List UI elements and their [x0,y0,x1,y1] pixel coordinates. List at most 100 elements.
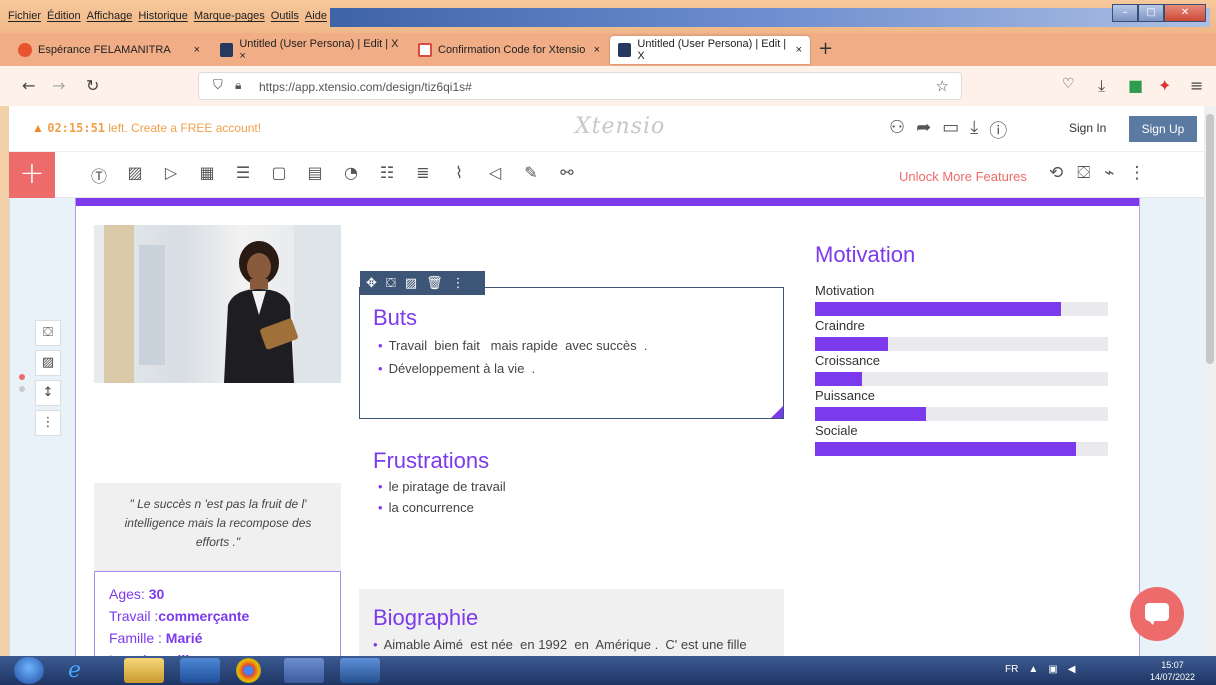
tray-arrow-icon[interactable]: ▲ [1028,664,1038,675]
explorer-icon[interactable] [124,658,164,683]
buts-title[interactable]: Buts [373,305,417,331]
clock[interactable]: 15:07 14/07/2022 [1150,659,1195,683]
word-icon[interactable] [340,658,380,683]
pocket-icon[interactable]: ♡ [1062,76,1075,92]
menu-aide[interactable]: Aide [305,10,327,22]
fill-color-icon[interactable]: ⛋ [386,276,396,291]
section-dot-active[interactable] [19,374,25,380]
fill-color-icon[interactable]: ⛋ [35,320,61,346]
media-icon[interactable] [180,658,220,683]
tab-persona-1[interactable]: Untitled (User Persona) | Edit | X × [212,36,408,64]
shape-icon[interactable]: ◁ [477,163,513,187]
text-icon[interactable]: Ⓣ [81,163,117,187]
network-tray-icon[interactable]: ▣ [1048,664,1057,675]
scroll-thumb[interactable] [1206,114,1214,364]
reload-icon[interactable]: ↻ [86,76,99,95]
firefox-taskbar-icon[interactable] [284,658,324,683]
motivation-bar-track[interactable] [815,302,1108,316]
table-icon[interactable]: ▦ [189,163,225,187]
motivation-bar-track[interactable] [815,407,1108,421]
info-box[interactable]: Ages: 30 Travail :commerçante Famille : … [94,571,341,668]
sticker-icon[interactable]: ✎ [513,163,549,187]
start-button[interactable] [14,657,44,684]
tab-close-icon[interactable]: × [796,44,802,56]
motivation-bar-track[interactable] [815,442,1108,456]
history-icon[interactable]: ⟲ [1049,163,1063,183]
trash-icon[interactable]: 🗑︎ [426,276,443,291]
buts-item[interactable]: Travail bien fait mais rapide avec succè… [378,338,648,353]
url-bar[interactable]: ⛉ 🔒︎ https://app.xtensio.com/design/tiz6… [198,72,962,100]
persona-photo[interactable] [94,225,341,383]
bookmark-star-icon[interactable]: ☆ [936,77,949,95]
trial-timer[interactable]: ▲ 02:15:51 left. Create a FREE account! [32,121,261,135]
maximize-button[interactable]: □ [1138,4,1164,22]
menu-outils[interactable]: Outils [271,10,299,22]
menu-historique[interactable]: Historique [138,10,188,22]
sign-in-link[interactable]: Sign In [1069,121,1106,135]
xtensio-logo[interactable]: Xtensio [575,114,665,139]
pattern-icon[interactable]: ▨ [405,276,417,291]
back-icon[interactable]: ← [22,76,35,95]
menu-fichier[interactable]: Fichier [8,10,41,22]
more-vertical-icon[interactable]: ⋮ [35,410,61,436]
pattern-icon[interactable]: ▨ [35,350,61,376]
volume-icon[interactable]: ◀ [1068,664,1076,675]
resize-height-icon[interactable]: ↕ [35,380,61,406]
buts-item[interactable]: Développement à la vie . [378,361,536,376]
more-options-icon[interactable]: ⋮ [1128,163,1145,183]
menu-affichage[interactable]: Affichage [87,10,133,22]
ie-icon[interactable]: e [68,658,108,683]
addon-icon[interactable]: ✦ [1158,76,1171,95]
sign-up-button[interactable]: Sign Up [1129,116,1197,142]
list-icon[interactable]: ☰ [225,163,261,187]
forward-icon[interactable]: → [52,76,65,95]
page-scrollbar[interactable] [1204,106,1216,656]
motivation-title[interactable]: Motivation [815,242,915,268]
slider-icon[interactable]: ☷ [369,163,405,187]
frustrations-item[interactable]: le piratage de travail [378,479,506,494]
minimize-button[interactable]: – [1112,4,1138,22]
video-icon[interactable]: ▷ [153,163,189,187]
buts-block[interactable] [359,287,784,419]
share-icon[interactable]: ➦ [916,117,931,143]
network-icon[interactable]: ⚯ [549,163,585,187]
quote-box[interactable]: " Le succès n 'est pas la fruit de l' in… [94,483,341,571]
analytics-icon[interactable]: ⌁ [1104,163,1114,183]
download-icon[interactable]: ⤓ [1098,76,1105,96]
url-icon[interactable]: ▤ [297,163,333,187]
biographie-text[interactable]: Aimable Aimé est née en 1992 en Amérique… [373,637,747,652]
new-tab-button[interactable]: + [818,38,833,59]
add-user-icon[interactable]: ⚇ [889,117,905,143]
biographie-title[interactable]: Biographie [373,605,478,631]
line-chart-icon[interactable]: ⌇ [441,163,477,187]
pie-chart-icon[interactable]: ◔ [333,163,369,187]
chrome-icon[interactable] [236,658,261,683]
menu-hamburger-icon[interactable]: ≡ [1190,76,1203,95]
motivation-bar-track[interactable] [815,337,1108,351]
paint-bucket-icon[interactable]: ⛋ [1077,163,1090,183]
tab-close-icon[interactable]: × [594,44,600,56]
help-icon[interactable]: ⓘ [989,117,1007,143]
motivation-bar-track[interactable] [815,372,1108,386]
bar-chart-icon[interactable]: ≣ [405,163,441,187]
chat-button[interactable] [1130,587,1184,641]
tab-confirmation[interactable]: Confirmation Code for Xtensio × [410,36,608,64]
download-icon[interactable]: ⤓ [970,117,978,143]
present-icon[interactable]: ▭ [942,117,959,143]
resize-corner[interactable] [771,406,783,418]
tab-close-icon[interactable]: × [194,44,200,56]
more-vertical-icon[interactable]: ⋮ [452,276,465,291]
button-icon[interactable]: ▢ [261,163,297,187]
frustrations-item[interactable]: la concurrence [378,500,474,515]
add-module-button[interactable]: + [9,152,55,198]
section-dot[interactable] [19,386,25,392]
tab-esperance[interactable]: Espérance FELAMANITRA × [10,36,208,64]
frustrations-title[interactable]: Frustrations [373,448,489,474]
tab-persona-active[interactable]: Untitled (User Persona) | Edit | X × [610,36,810,64]
menu-edition[interactable]: Édition [47,10,81,22]
extension-icon[interactable]: ■ [1128,76,1143,95]
close-window-button[interactable]: ✕ [1164,4,1206,22]
move-icon[interactable]: ✥ [366,276,377,291]
image-icon[interactable]: ▨ [117,163,153,187]
language-indicator[interactable]: FR [1005,664,1018,675]
